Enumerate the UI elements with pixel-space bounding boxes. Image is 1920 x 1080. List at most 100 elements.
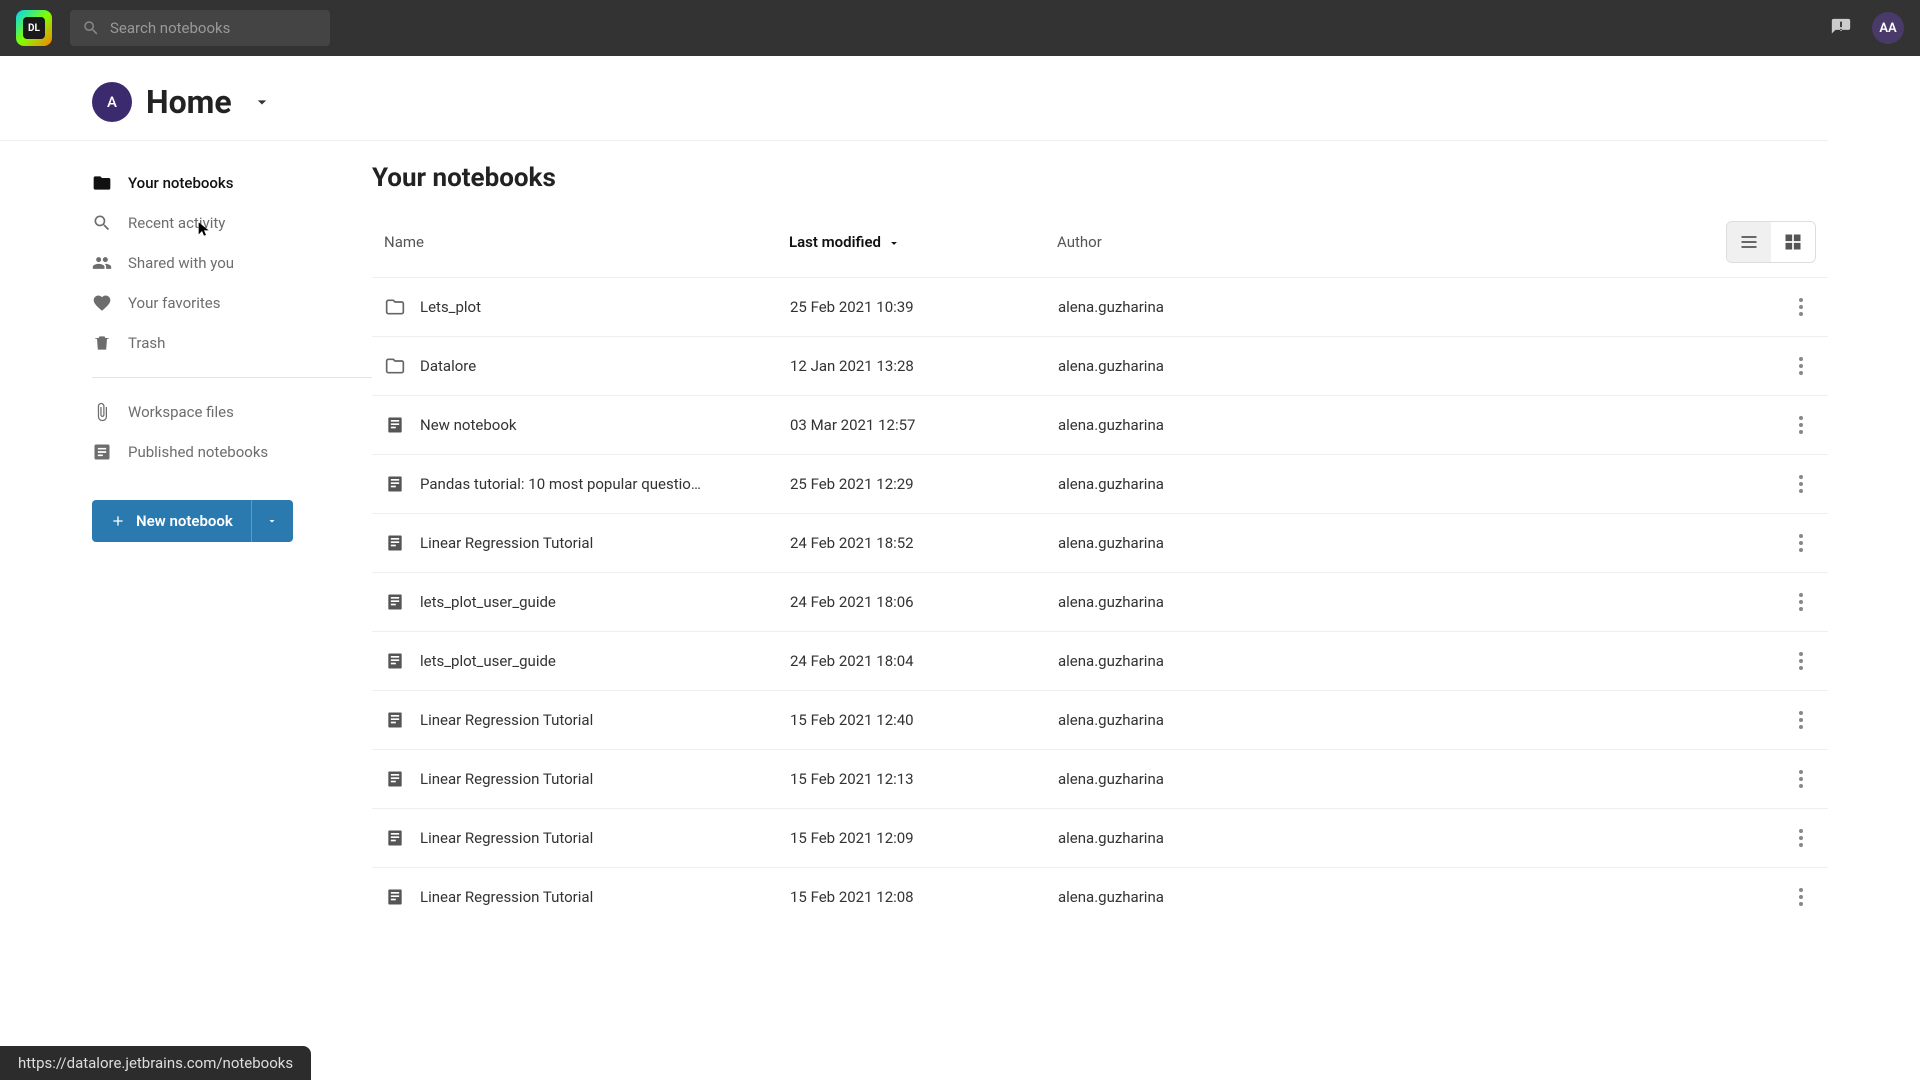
table-row[interactable]: Linear Regression Tutorial24 Feb 2021 18… <box>372 513 1828 572</box>
row-name: Linear Regression Tutorial <box>420 711 790 729</box>
row-name: Lets_plot <box>420 298 790 316</box>
row-more-button[interactable] <box>1786 475 1816 493</box>
user-avatar[interactable]: AA <box>1872 12 1904 44</box>
grid-icon <box>1783 232 1803 252</box>
row-name: Linear Regression Tutorial <box>420 770 790 788</box>
notebook-icon <box>384 709 406 731</box>
col-name[interactable]: Name <box>384 233 789 251</box>
status-bar-url: https://datalore.jetbrains.com/notebooks <box>0 1046 311 1080</box>
search-input[interactable] <box>110 19 318 37</box>
row-author: alena.guzharina <box>1058 770 1786 788</box>
table-row[interactable]: Pandas tutorial: 10 most popular questio… <box>372 454 1828 513</box>
page-header: A Home <box>0 56 1828 141</box>
row-more-button[interactable] <box>1786 416 1816 434</box>
row-author: alena.guzharina <box>1058 829 1786 847</box>
new-notebook-button[interactable]: New notebook <box>92 500 251 542</box>
col-modified-label: Last modified <box>789 233 881 251</box>
sidebar-item-trash[interactable]: Trash <box>92 323 372 363</box>
table-row[interactable]: Datalore12 Jan 2021 13:28alena.guzharina <box>372 336 1828 395</box>
row-author: alena.guzharina <box>1058 475 1786 493</box>
sidebar-item-your-notebooks[interactable]: Your notebooks <box>92 163 372 203</box>
sidebar-item-shared[interactable]: Shared with you <box>92 243 372 283</box>
row-author: alena.guzharina <box>1058 298 1786 316</box>
sidebar-item-label: Your notebooks <box>128 174 233 192</box>
chevron-down-icon[interactable] <box>252 92 272 112</box>
row-more-button[interactable] <box>1786 298 1816 316</box>
app-logo[interactable]: DL <box>16 10 52 46</box>
table-body: Lets_plot25 Feb 2021 10:39alena.guzharin… <box>372 277 1828 926</box>
sidebar-item-workspace-files[interactable]: Workspace files <box>92 392 372 432</box>
table-row[interactable]: Linear Regression Tutorial15 Feb 2021 12… <box>372 867 1828 926</box>
table-header: Name Last modified Author <box>372 221 1828 277</box>
table-row[interactable]: lets_plot_user_guide24 Feb 2021 18:06ale… <box>372 572 1828 631</box>
caret-down-icon <box>266 515 278 527</box>
new-notebook-dropdown[interactable] <box>251 500 293 542</box>
sidebar-item-label: Shared with you <box>128 254 234 272</box>
paperclip-icon <box>92 402 112 422</box>
row-modified: 15 Feb 2021 12:13 <box>790 770 1058 788</box>
col-author[interactable]: Author <box>1057 233 1726 251</box>
table-row[interactable]: New notebook03 Mar 2021 12:57alena.guzha… <box>372 395 1828 454</box>
sidebar-item-recent[interactable]: Recent activity <box>92 203 372 243</box>
sort-desc-icon <box>887 235 901 249</box>
row-modified: 24 Feb 2021 18:04 <box>790 652 1058 670</box>
row-more-button[interactable] <box>1786 652 1816 670</box>
row-modified: 15 Feb 2021 12:40 <box>790 711 1058 729</box>
search-icon <box>82 19 100 37</box>
row-more-button[interactable] <box>1786 888 1816 906</box>
row-modified: 25 Feb 2021 10:39 <box>790 298 1058 316</box>
people-icon <box>92 253 112 273</box>
col-modified[interactable]: Last modified <box>789 233 1057 251</box>
row-author: alena.guzharina <box>1058 711 1786 729</box>
sidebar-item-label: Trash <box>128 334 165 352</box>
row-modified: 15 Feb 2021 12:09 <box>790 829 1058 847</box>
notebook-icon <box>384 414 406 436</box>
sidebar-divider <box>92 377 372 378</box>
row-name: Datalore <box>420 357 790 375</box>
sidebar-item-favorites[interactable]: Your favorites <box>92 283 372 323</box>
folder-icon <box>92 173 112 193</box>
row-modified: 12 Jan 2021 13:28 <box>790 357 1058 375</box>
notebook-icon <box>384 473 406 495</box>
list-icon <box>1739 232 1759 252</box>
table-row[interactable]: Lets_plot25 Feb 2021 10:39alena.guzharin… <box>372 277 1828 336</box>
table-row[interactable]: Linear Regression Tutorial15 Feb 2021 12… <box>372 749 1828 808</box>
notebook-icon <box>384 768 406 790</box>
table-row[interactable]: Linear Regression Tutorial15 Feb 2021 12… <box>372 690 1828 749</box>
notebook-icon <box>384 650 406 672</box>
row-author: alena.guzharina <box>1058 416 1786 434</box>
row-more-button[interactable] <box>1786 711 1816 729</box>
search-box[interactable] <box>70 10 330 46</box>
row-name: Linear Regression Tutorial <box>420 888 790 906</box>
notebook-icon <box>384 827 406 849</box>
published-icon <box>92 442 112 462</box>
grid-view-button[interactable] <box>1771 222 1815 262</box>
row-name: Linear Regression Tutorial <box>420 534 790 552</box>
row-name: New notebook <box>420 416 790 434</box>
notebook-icon <box>384 886 406 908</box>
row-more-button[interactable] <box>1786 357 1816 375</box>
sidebar-item-label: Recent activity <box>128 214 225 232</box>
list-view-button[interactable] <box>1727 222 1771 262</box>
table-row[interactable]: Linear Regression Tutorial15 Feb 2021 12… <box>372 808 1828 867</box>
row-author: alena.guzharina <box>1058 593 1786 611</box>
row-more-button[interactable] <box>1786 829 1816 847</box>
sidebar-item-label: Workspace files <box>128 403 234 421</box>
notebook-icon <box>384 591 406 613</box>
row-modified: 24 Feb 2021 18:06 <box>790 593 1058 611</box>
row-more-button[interactable] <box>1786 534 1816 552</box>
table-row[interactable]: lets_plot_user_guide24 Feb 2021 18:04ale… <box>372 631 1828 690</box>
row-more-button[interactable] <box>1786 770 1816 788</box>
row-name: Linear Regression Tutorial <box>420 829 790 847</box>
sidebar-item-published[interactable]: Published notebooks <box>92 432 372 472</box>
topbar: DL AA <box>0 0 1920 56</box>
row-author: alena.guzharina <box>1058 652 1786 670</box>
row-name: lets_plot_user_guide <box>420 593 790 611</box>
notifications-icon[interactable] <box>1828 15 1854 41</box>
activity-icon <box>92 213 112 233</box>
sidebar-item-label: Your favorites <box>128 294 220 312</box>
row-author: alena.guzharina <box>1058 888 1786 906</box>
row-more-button[interactable] <box>1786 593 1816 611</box>
sidebar-item-label: Published notebooks <box>128 443 268 461</box>
row-name: lets_plot_user_guide <box>420 652 790 670</box>
